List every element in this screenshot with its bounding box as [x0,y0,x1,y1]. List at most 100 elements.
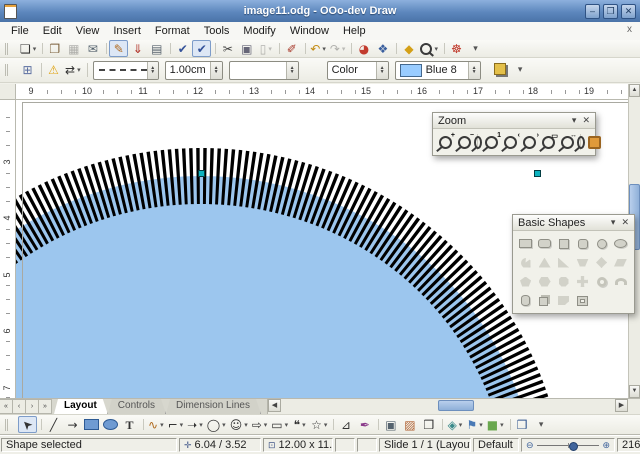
spellcheck-button[interactable]: ✔ [173,40,192,57]
tab-prev-button[interactable]: ‹ [13,399,26,414]
tab-last-button[interactable]: » [39,399,52,414]
spinner[interactable]: ▲▼ [286,62,298,79]
select-button[interactable]: ➤ [18,416,37,433]
basic-shape-cube[interactable] [535,291,554,310]
scroll-left-icon[interactable]: ◀ [268,399,281,412]
toolbar-grip[interactable] [5,43,15,55]
curve-button[interactable]: ∿ [146,416,166,433]
block-arrows-button[interactable]: ⇨ [250,416,270,433]
object-zoom-button[interactable] [585,132,604,152]
ellipse-button[interactable] [101,416,120,433]
lines-arrows-button[interactable]: ➝ [185,416,205,433]
selection-handle-top-right[interactable] [534,170,541,177]
basic-shape-regular-pentagon[interactable] [516,272,535,291]
points-button[interactable]: ⊿ [336,416,355,433]
basic-shape-block-arc[interactable] [611,272,630,291]
toolbar-options-button[interactable]: ▾ [466,40,485,57]
palette-close-icon[interactable]: ✕ [621,217,629,228]
help-button[interactable]: ☸ [447,40,466,57]
cursor-position-cell[interactable]: ✛ 6.04 / 3.52 [179,438,261,452]
basic-shapes-titlebar[interactable]: Basic Shapes ▾ ✕ [513,215,634,231]
slide-indicator[interactable]: Slide 1 / 1 (Layout) [379,438,471,452]
basic-shape-cross[interactable] [573,272,592,291]
menu-insert[interactable]: Insert [106,24,148,38]
menu-file[interactable]: File [4,24,36,38]
stars-button[interactable]: ☆ [309,416,329,433]
horizontal-scrollbar[interactable]: ◀ ▶ [267,399,640,414]
menu-window[interactable]: Window [283,24,336,38]
basic-shape-hexagon[interactable] [535,272,554,291]
shadow-button[interactable] [492,60,511,80]
styles-button[interactable]: ⊞ [18,60,37,80]
format-paintbrush-button[interactable]: ✐ [282,40,301,57]
paste-button[interactable]: ▯ [256,40,275,57]
gallery-button[interactable]: ▨ [400,416,419,433]
autospellcheck-button[interactable]: ✔ [192,40,211,57]
basic-shape-parallelogram[interactable] [611,253,630,272]
close-document-icon[interactable]: x [627,24,632,35]
tab-next-button[interactable]: › [26,399,39,414]
arrow-button[interactable]: → [63,416,82,433]
menu-edit[interactable]: Edit [36,24,69,38]
arrow-style-button[interactable]: ⇄ [63,60,83,80]
cut-button[interactable]: ✂ [218,40,237,57]
email-document-button[interactable]: ✉ [83,40,102,57]
line-button[interactable]: ╱ [44,416,63,433]
spinner[interactable]: ▲▼ [147,62,158,79]
basic-shape-circle-pie[interactable] [516,253,535,272]
palette-close-icon[interactable]: ✕ [582,115,590,126]
line-width-input[interactable]: 1.00cm ▲▼ [165,61,223,80]
rectangle-button[interactable] [82,416,101,433]
text-button[interactable]: T [120,416,139,433]
connector-button[interactable]: ⌐ [166,416,186,433]
zoom-in-icon[interactable]: ⊕ [602,440,610,451]
zoom-next-button[interactable]: › [520,132,539,152]
copy-button[interactable]: ▣ [237,40,256,57]
vertical-ruler[interactable]: 34567 [0,100,16,398]
close-button[interactable]: ✕ [621,4,636,19]
zoom-slider-track[interactable] [537,445,600,446]
zoom-in-button[interactable]: + [436,132,455,152]
toolbar-grip[interactable] [5,64,15,76]
basic-shape-isosceles-triangle[interactable] [535,253,554,272]
toolbar-options-button[interactable]: ▾ [511,60,530,80]
flowcharts-button[interactable]: ▭ [269,416,290,433]
menu-format[interactable]: Format [148,24,197,38]
menu-modify[interactable]: Modify [236,24,282,38]
basic-shape-right-triangle[interactable] [554,253,573,272]
gluepoints-button[interactable]: ✒ [355,416,374,433]
new-document-button[interactable]: ❏ [18,40,38,57]
spinner[interactable]: ▲▼ [468,62,480,79]
basic-shape-ellipse[interactable] [611,234,630,253]
export-pdf-button[interactable]: ⇓ [128,40,147,57]
menu-view[interactable]: View [69,24,107,38]
line-style-select[interactable]: ▲▼ [93,61,159,80]
line-properties-button[interactable]: ⚠ [44,60,63,80]
page-style-cell[interactable]: Default [473,438,519,452]
symbol-shapes-button[interactable]: ☺ [228,416,250,433]
minimize-button[interactable]: – [585,4,600,19]
tab-dimension-lines[interactable]: Dimension Lines [166,399,261,414]
tab-first-button[interactable]: « [0,399,13,414]
basic-shape-frame[interactable] [573,291,592,310]
selected-ellipse-shape[interactable] [16,176,537,398]
insert-picture-button[interactable]: ▣ [381,416,400,433]
spinner[interactable]: ▲▼ [210,62,222,79]
zoom-percentage[interactable]: 216% [617,438,640,452]
menu-tools[interactable]: Tools [197,24,237,38]
palette-menu-icon[interactable]: ▾ [572,115,577,126]
palette-menu-icon[interactable]: ▾ [611,217,616,228]
basic-shape-cylinder[interactable] [516,291,535,310]
print-button[interactable]: ▤ [147,40,166,57]
callouts-button[interactable]: ❝ [290,416,309,433]
basic-shape-rectangle[interactable] [516,234,535,253]
toolbar-options-button[interactable]: ▾ [532,416,551,433]
line-color-select[interactable]: ▲▼ [229,61,299,80]
basic-shape-folded-corner[interactable] [554,291,573,310]
area-style-select[interactable]: Color ▲▼ [327,61,389,80]
zoom-slider-thumb[interactable] [569,442,578,451]
basic-shape-octagon[interactable] [554,272,573,291]
maximize-button[interactable]: ❐ [603,4,618,19]
zoom-palette-titlebar[interactable]: Zoom ▾ ✕ [433,113,595,129]
zoom-slider-cell[interactable]: ⊖ ⊕ [521,438,615,452]
